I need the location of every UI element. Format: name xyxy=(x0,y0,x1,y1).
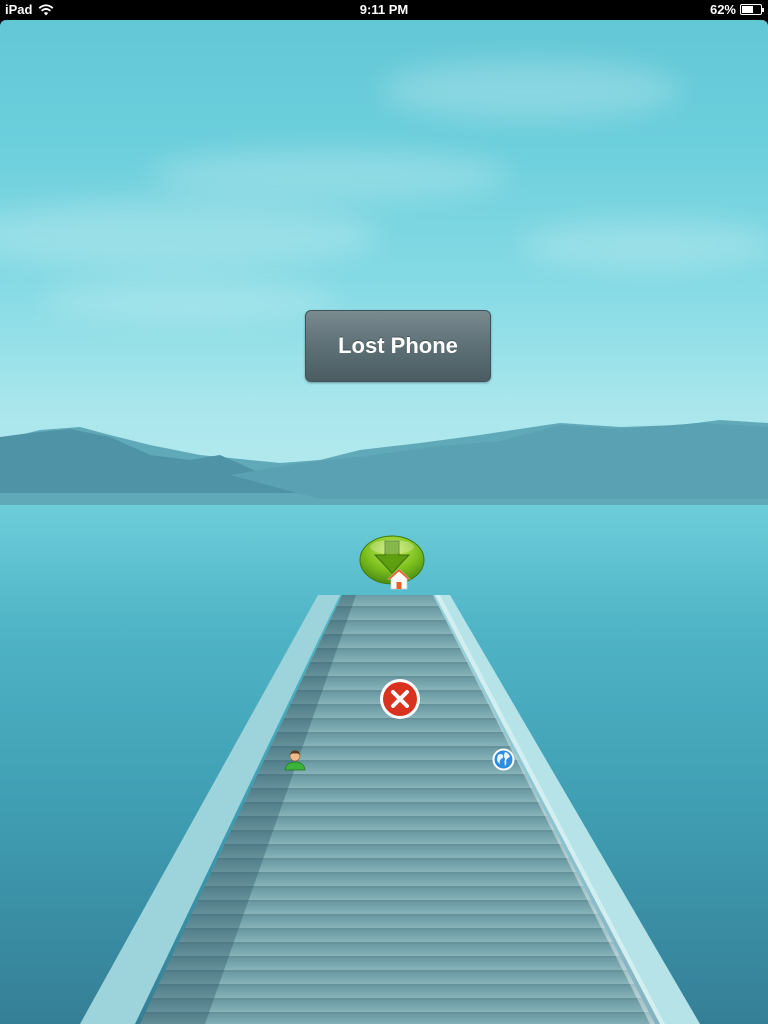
wooden-dock xyxy=(80,595,700,1024)
lost-phone-button[interactable]: Lost Phone xyxy=(305,310,491,382)
globe-icon[interactable] xyxy=(492,748,515,771)
battery-fill xyxy=(742,6,753,13)
close-icon[interactable] xyxy=(379,678,421,720)
mountains xyxy=(0,420,768,505)
battery-percentage: 62% xyxy=(709,2,736,17)
main-screen: Lost Phone xyxy=(0,20,768,1024)
person-icon[interactable] xyxy=(283,747,307,771)
status-bar: iPad 9:11 PM 62% xyxy=(0,0,768,20)
battery-icon xyxy=(740,4,764,15)
status-time: 9:11 PM xyxy=(359,2,409,17)
home-icon[interactable] xyxy=(387,567,411,591)
